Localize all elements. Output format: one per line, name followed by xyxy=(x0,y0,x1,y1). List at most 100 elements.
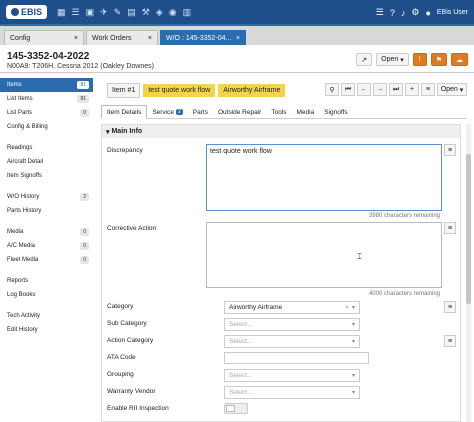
external-link-icon: ↗ xyxy=(361,56,368,64)
sidebar-item-parts-history[interactable]: Parts History xyxy=(0,204,93,218)
user-name[interactable]: EBis User xyxy=(437,9,468,16)
external-link-button[interactable]: ↗ xyxy=(356,53,373,66)
subtab-outside-repair[interactable]: Outside Repair xyxy=(213,105,266,119)
search-button[interactable]: ⚲ xyxy=(325,83,339,96)
first-item-button[interactable]: ⏮ xyxy=(341,83,355,96)
hamburger-icon: ≡ xyxy=(447,224,453,232)
tab-work-orders[interactable]: Work Orders × xyxy=(86,30,158,45)
corrective-menu-button[interactable]: ≡ xyxy=(444,222,456,234)
close-icon[interactable]: × xyxy=(74,35,78,42)
bars-icon[interactable]: ☰ xyxy=(376,7,384,18)
layers-icon[interactable]: ☰ xyxy=(72,7,80,17)
close-icon[interactable]: × xyxy=(236,35,240,42)
sub-category-label: Sub Category xyxy=(107,320,147,327)
subtab-parts[interactable]: Parts xyxy=(188,105,213,119)
cloud-button[interactable]: ☁ xyxy=(451,53,468,66)
alert-icon: ! xyxy=(418,56,421,63)
hamburger-icon: ≡ xyxy=(447,146,453,154)
action-category-menu-button[interactable]: ≡ xyxy=(444,335,456,347)
open-dropdown-button[interactable]: Open ▾ xyxy=(376,53,409,66)
sidebar-item-list-parts[interactable]: List Parts 0 xyxy=(0,106,93,120)
last-item-button[interactable]: ⏭ xyxy=(389,83,403,96)
user-avatar-icon[interactable]: ● xyxy=(425,8,430,18)
scroll-thumb[interactable] xyxy=(466,154,471,304)
grouping-select[interactable]: Select... ▾ xyxy=(224,369,360,382)
grouping-label: Grouping xyxy=(107,371,134,378)
grid-icon[interactable]: ▦ xyxy=(57,7,66,17)
sidebar-item-wo-history[interactable]: W/O History 2 xyxy=(0,190,93,204)
discrepancy-chip: test quote work flow xyxy=(143,83,216,97)
sidebar-item-item-signoffs[interactable]: Item Signoffs xyxy=(0,169,93,183)
main-info-header[interactable]: ▾ Main Info xyxy=(102,125,460,138)
caret-down-icon: ▾ xyxy=(106,128,110,136)
ebis-logo[interactable]: EBIS xyxy=(6,5,48,19)
alert-button[interactable]: ! xyxy=(412,53,427,66)
text-cursor-icon: ⌶ xyxy=(357,252,362,261)
arrow-right-icon: → xyxy=(376,86,384,93)
subtab-signoffs[interactable]: Signoffs xyxy=(319,105,352,119)
rii-inspection-toggle[interactable] xyxy=(224,403,248,414)
sidebar-item-ac-media[interactable]: A/C Media 0 xyxy=(0,239,93,253)
tools-icon[interactable]: ⚒ xyxy=(142,7,150,17)
work-order-header: 145-3352-04-2022 N00A9: T206H, Cessna 20… xyxy=(0,45,474,73)
hamburger-icon: ≡ xyxy=(425,86,431,93)
category-menu-button[interactable]: ≡ xyxy=(444,301,456,313)
warranty-vendor-select[interactable]: Select... ▾ xyxy=(224,386,360,399)
sidebar-item-log-books[interactable]: Log Books xyxy=(0,288,93,302)
subtab-tools[interactable]: Tools xyxy=(266,105,291,119)
database-icon[interactable]: ◉ xyxy=(169,7,177,17)
sidebar-item-list-items[interactable]: List Items 81 xyxy=(0,92,93,106)
sidebar-item-config-billing[interactable]: Config & Billing xyxy=(0,120,93,134)
shield-icon[interactable]: ◈ xyxy=(156,7,163,17)
flag-button[interactable]: ⚑ xyxy=(430,53,447,66)
first-icon: ⏮ xyxy=(344,85,352,93)
subtab-item-details[interactable]: Item Details xyxy=(101,105,148,119)
tab-config[interactable]: Config × xyxy=(4,30,84,45)
calendar-icon[interactable]: ▣ xyxy=(86,7,95,17)
corrective-action-label: Corrective Action xyxy=(107,225,157,232)
clipboard-icon[interactable]: ▤ xyxy=(127,7,136,17)
discrepancy-textarea[interactable]: test quote work flow xyxy=(206,144,442,211)
menu-button[interactable]: ≡ xyxy=(421,83,435,96)
item-toolbar: Item #1 test quote work flow Airworthy A… xyxy=(99,80,467,100)
bell-icon[interactable]: ♪ xyxy=(401,8,406,18)
item-open-dropdown[interactable]: Open ▾ xyxy=(437,83,467,96)
discrepancy-remaining: 3980 characters remaining xyxy=(368,213,440,219)
last-icon: ⏭ xyxy=(392,85,400,93)
discrepancy-menu-button[interactable]: ≡ xyxy=(444,144,456,156)
item-subtabs: Item Details Service 2 Parts Outside Repa… xyxy=(101,105,467,119)
action-category-select[interactable]: Select... ▾ xyxy=(224,335,360,348)
subtab-media[interactable]: Media xyxy=(292,105,320,119)
sub-category-select[interactable]: Select... ▾ xyxy=(224,318,360,331)
tab-work-order-detail[interactable]: W/O : 145-3352-04... × xyxy=(160,30,246,45)
category-select[interactable]: Airworthy Airframe × ▾ xyxy=(224,301,360,314)
plane-icon[interactable]: ✈ xyxy=(100,7,108,17)
corrective-remaining: 4000 characters remaining xyxy=(368,291,440,297)
add-item-button[interactable]: + xyxy=(405,83,419,96)
gear-icon[interactable]: ⚙ xyxy=(411,7,419,18)
sidebar-item-tech-activity[interactable]: Tech Activity xyxy=(0,309,93,323)
ata-code-input[interactable] xyxy=(224,352,369,364)
logo-mark-icon xyxy=(11,8,19,16)
close-icon[interactable]: × xyxy=(148,35,152,42)
content-scrollbar[interactable] xyxy=(466,124,471,422)
wrench-icon[interactable]: ✎ xyxy=(114,7,122,17)
help-icon[interactable]: ? xyxy=(390,8,395,18)
corrective-action-textarea[interactable] xyxy=(206,222,442,288)
subtab-service[interactable]: Service 2 xyxy=(147,105,187,119)
sidebar-item-aircraft-detail[interactable]: Aircraft Detail xyxy=(0,155,93,169)
sidebar-item-reports[interactable]: Reports xyxy=(0,274,93,288)
sidebar-item-fleet-media[interactable]: Fleet Media 0 xyxy=(0,253,93,267)
sidebar-item-media[interactable]: Media 0 xyxy=(0,225,93,239)
table-icon[interactable]: ▥ xyxy=(183,7,192,17)
next-item-button[interactable]: → xyxy=(373,83,387,96)
flag-icon: ⚑ xyxy=(435,56,442,64)
prev-item-button[interactable]: ← xyxy=(357,83,371,96)
item-number[interactable]: Item #1 xyxy=(107,82,141,98)
sidebar: Items 81 List Items 81 List Parts 0 Config … xyxy=(0,78,93,422)
aircraft-subtitle: N00A9: T206H, Cessna 2012 (Oakley Downes… xyxy=(7,63,154,70)
sidebar-item-edit-history[interactable]: Edit History xyxy=(0,323,93,337)
category-label: Category xyxy=(107,303,134,310)
sidebar-item-readings[interactable]: Readings xyxy=(0,141,93,155)
sidebar-item-items[interactable]: Items 81 xyxy=(0,78,93,92)
